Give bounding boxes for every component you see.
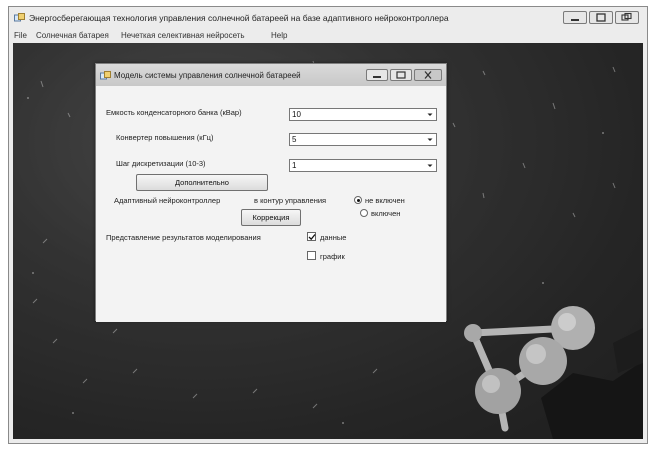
sampling-step-label: Шаг дискретизации (10-3) (116, 159, 206, 168)
menu-fuzzy-network[interactable]: Нечеткая селективная нейросеть (121, 31, 245, 40)
chart-checkbox-label[interactable]: график (320, 252, 345, 261)
dialog-body: Емкость конденсаторного банка (кВар) 10 … (96, 86, 446, 322)
boost-converter-label: Конвертер повышения (кГц) (116, 133, 214, 142)
control-loop-label: в контур управления (254, 196, 327, 205)
maximize-button[interactable] (589, 11, 613, 24)
minimize-button[interactable] (563, 11, 587, 24)
radio-enabled[interactable] (360, 209, 368, 217)
window-title: Энергосберегающая технология управления … (29, 13, 449, 23)
model-dialog: Модель системы управления солнечной бата… (95, 63, 447, 322)
close-icon (424, 71, 432, 79)
restore-button[interactable] (615, 11, 639, 24)
results-label: Представление результатов моделирования (106, 233, 261, 242)
menu-solar-battery[interactable]: Солнечная батарея (36, 31, 109, 40)
checkmark-icon (308, 234, 316, 241)
capacitor-bank-select[interactable]: 10 (289, 108, 437, 121)
sampling-step-select[interactable]: 1 (289, 159, 437, 172)
boost-converter-value: 5 (292, 135, 297, 144)
main-window: Энергосберегающая технология управления … (8, 6, 648, 444)
menu-bar: File Солнечная батарея Нечеткая селектив… (9, 29, 647, 43)
chevron-down-icon[interactable] (424, 134, 436, 145)
additional-button[interactable]: Дополнительно (136, 174, 268, 191)
minimize-icon (571, 19, 579, 21)
maximize-icon (396, 71, 406, 79)
boost-converter-select[interactable]: 5 (289, 133, 437, 146)
capacitor-bank-value: 10 (292, 110, 301, 119)
radio-enabled-label[interactable]: включен (371, 209, 400, 218)
neurocontroller-label: Адаптивный нейроконтроллер (114, 196, 221, 205)
minimize-icon (373, 76, 381, 78)
correction-button[interactable]: Коррекция (241, 209, 301, 226)
title-bar[interactable]: Энергосберегающая технология управления … (9, 7, 647, 29)
sampling-step-value: 1 (292, 161, 297, 170)
dialog-title-bar[interactable]: Модель системы управления солнечной бата… (96, 64, 446, 86)
capacitor-bank-label: Емкость конденсаторного банка (кВар) (106, 108, 242, 117)
chevron-down-icon[interactable] (424, 160, 436, 171)
dialog-minimize-button[interactable] (366, 69, 388, 81)
restore-icon (621, 12, 632, 21)
data-checkbox[interactable] (307, 232, 316, 241)
chevron-down-icon[interactable] (424, 109, 436, 120)
dialog-close-button[interactable] (414, 69, 442, 81)
data-checkbox-label[interactable]: данные (320, 233, 346, 242)
menu-help[interactable]: Help (271, 31, 287, 40)
dialog-icon (100, 71, 111, 81)
maximize-icon (596, 13, 606, 22)
app-icon (14, 13, 25, 23)
dialog-title: Модель системы управления солнечной бата… (114, 71, 301, 80)
dialog-maximize-button[interactable] (390, 69, 412, 81)
menu-file[interactable]: File (14, 31, 27, 40)
chart-checkbox[interactable] (307, 251, 316, 260)
radio-not-enabled-label[interactable]: не включен (365, 196, 405, 205)
radio-not-enabled[interactable] (354, 196, 362, 204)
